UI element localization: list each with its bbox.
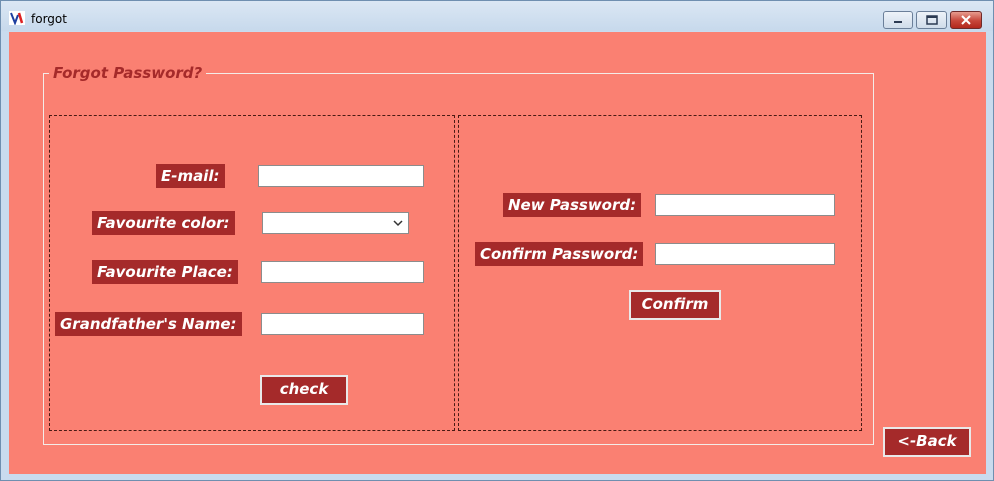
favourite-place-label: Favourite Place: xyxy=(92,260,238,284)
app-window: forgot Forgot Password? E-mail: Favourit… xyxy=(0,0,994,481)
close-button[interactable] xyxy=(950,11,982,29)
favourite-color-label: Favourite color: xyxy=(92,211,235,235)
app-icon xyxy=(9,11,25,25)
favourite-color-dropdown[interactable] xyxy=(262,212,409,234)
confirm-button[interactable]: Confirm xyxy=(629,290,721,320)
confirm-password-field[interactable] xyxy=(655,243,835,265)
title-bar[interactable]: forgot xyxy=(1,1,993,31)
reset-panel: New Password: Confirm Password: Confirm xyxy=(458,115,862,431)
grandfather-name-field[interactable] xyxy=(261,313,424,335)
back-button[interactable]: <-Back xyxy=(883,427,971,457)
confirm-password-label: Confirm Password: xyxy=(475,242,644,266)
window-title: forgot xyxy=(31,12,67,26)
minimize-icon xyxy=(894,21,902,23)
grandfather-name-label: Grandfather's Name: xyxy=(55,312,242,336)
maximize-icon xyxy=(925,15,938,25)
maximize-button[interactable] xyxy=(916,11,947,29)
new-password-field[interactable] xyxy=(655,194,835,216)
new-password-label: New Password: xyxy=(503,193,642,217)
email-label: E-mail: xyxy=(156,164,225,188)
chevron-down-icon xyxy=(393,220,403,227)
group-title: Forgot Password? xyxy=(49,64,207,82)
favourite-place-field[interactable] xyxy=(261,261,424,283)
email-field[interactable] xyxy=(258,165,424,187)
form-area: Forgot Password? E-mail: Favourite color… xyxy=(9,32,986,474)
check-button[interactable]: check xyxy=(260,375,348,405)
verification-panel: E-mail: Favourite color: Favourite Place… xyxy=(49,115,455,431)
close-icon xyxy=(961,15,971,25)
minimize-button[interactable] xyxy=(883,11,913,29)
